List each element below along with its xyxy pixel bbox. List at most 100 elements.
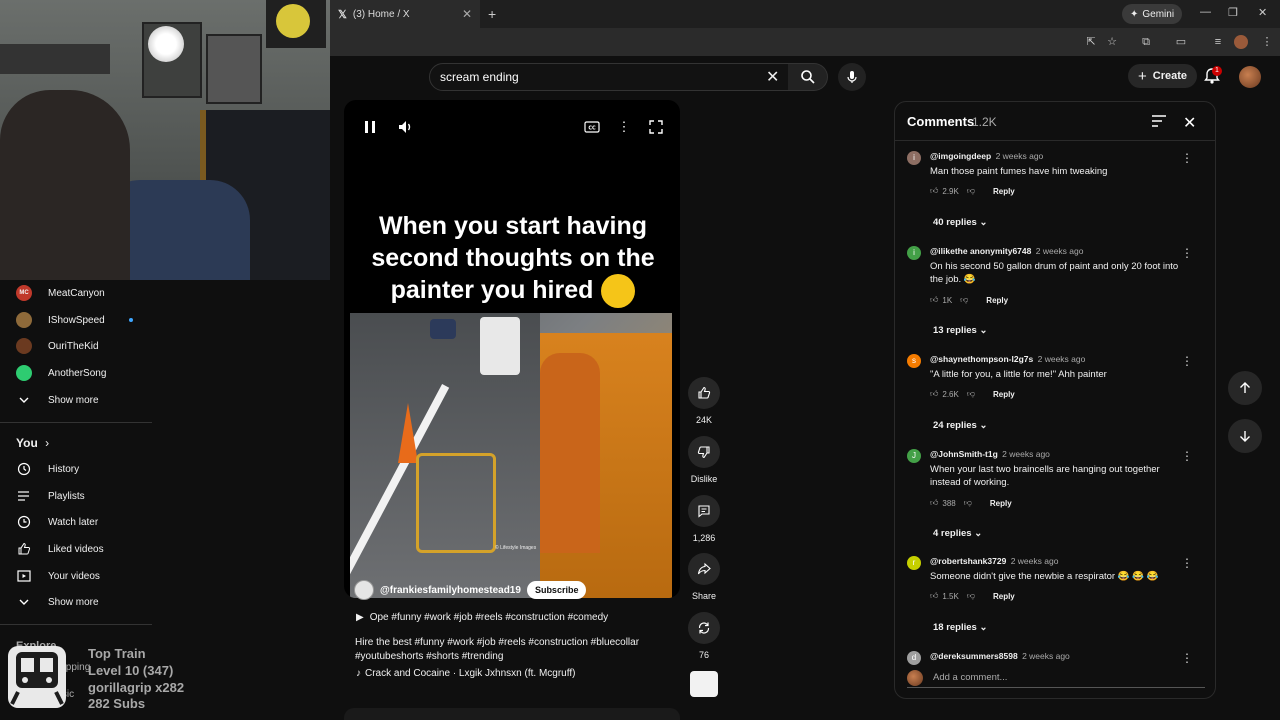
thumbs-up-icon[interactable]: 👍︎ [930,389,938,399]
channel-name[interactable]: @frankiesfamilyhomestead19 [380,585,521,596]
comment-more-icon[interactable]: ⋮ [1181,449,1193,463]
video-music[interactable]: ♪ Crack and Cocaine · Lxgik Jxhnsxn (ft. … [356,668,575,679]
video-title[interactable]: ▶ Ope #funny #work #job #reels #construct… [356,612,608,623]
browser-tab[interactable]: 𝕏 (3) Home / X ✕ [330,0,480,28]
comments-button[interactable]: 1,286 [688,495,720,543]
comment-avatar[interactable]: r [907,556,921,570]
sidebar-item-ishowspeed[interactable]: IShowSpeed [16,310,105,330]
clear-search-icon[interactable]: ✕ [766,67,779,87]
sidebar-show-more[interactable]: Show more [16,390,99,410]
comment-author[interactable]: @JohnSmith-t1g 2 weeks ago [930,449,1050,459]
comment-author[interactable]: @shaynethompson-l2g7s 2 weeks ago [930,354,1085,364]
reply-button[interactable]: Reply [993,187,1015,196]
comment-avatar[interactable]: J [907,449,921,463]
view-replies-button[interactable]: 13 replies ⌄ [933,325,987,336]
sidebar-item-liked-videos[interactable]: Liked videos [16,539,104,559]
reply-button[interactable]: Reply [990,499,1012,508]
dislike-button[interactable]: Dislike [688,436,720,484]
share-button-circle[interactable] [688,553,720,585]
captions-icon[interactable]: CC [583,118,601,136]
gemini-button[interactable]: ✦ Gemini [1122,4,1183,24]
sidebar-item-your-videos[interactable]: Your videos [16,566,100,586]
more-options-icon[interactable]: ⋮ [615,118,633,136]
thumbs-up-icon[interactable]: 👍︎ [930,295,938,305]
next-short-button[interactable] [1228,419,1262,453]
sidebar-item-ourithekid[interactable]: OuriTheKid [16,336,99,356]
side-panel-icon[interactable]: ▭ [1174,35,1188,49]
sidebar-item-playlists[interactable]: Playlists [16,486,85,506]
volume-icon[interactable] [397,118,415,136]
dislike-button-circle[interactable] [688,436,720,468]
address-bar[interactable] [330,31,1070,53]
comment-author[interactable]: @robertshank3729 2 weeks ago [930,556,1058,566]
comment-more-icon[interactable]: ⋮ [1181,354,1193,368]
comment-avatar[interactable]: s [907,354,921,368]
subscribe-button[interactable]: Subscribe [526,581,587,599]
sidebar-you-header[interactable]: You › [16,436,49,450]
view-replies-button[interactable]: 40 replies ⌄ [933,217,987,228]
thumbs-down-icon[interactable]: 👎︎ [967,591,975,601]
thumbs-up-icon[interactable]: 👍︎ [930,186,938,196]
view-replies-button[interactable]: 24 replies ⌄ [933,420,987,431]
comment-more-icon[interactable]: ⋮ [1181,651,1193,665]
previous-short-button[interactable] [1228,371,1262,405]
comment-more-icon[interactable]: ⋮ [1181,151,1193,165]
voice-search-button[interactable] [838,63,866,91]
new-tab-button[interactable]: + [488,6,496,22]
browser-profile-avatar[interactable] [1234,35,1248,49]
minimize-button[interactable]: — [1200,6,1211,18]
user-avatar[interactable] [1239,66,1261,88]
reply-button[interactable]: Reply [993,390,1015,399]
thumbs-up-icon[interactable]: 👍︎ [930,591,938,601]
sidebar-item-history[interactable]: History [16,459,79,479]
thumbs-down-icon[interactable]: 👎︎ [964,498,972,508]
thumbs-down-icon[interactable]: 👎︎ [967,186,975,196]
bookmark-star-icon[interactable]: ☆ [1105,35,1119,49]
channel-avatar[interactable] [354,580,374,600]
fullscreen-icon[interactable] [647,118,665,136]
comment-more-icon[interactable]: ⋮ [1181,556,1193,570]
comment-avatar[interactable]: i [907,246,921,260]
sort-icon[interactable] [1151,114,1167,128]
comment-author[interactable]: @ilikethe anonymity6748 2 weeks ago [930,246,1083,256]
reply-button[interactable]: Reply [986,296,1008,305]
close-comments-icon[interactable]: ✕ [1183,113,1196,133]
reply-button[interactable]: Reply [993,592,1015,601]
thumbs-down-icon[interactable]: 👎︎ [960,295,968,305]
like-button-circle[interactable] [688,377,720,409]
thumbs-down-icon[interactable]: 👎︎ [967,389,975,399]
restore-button[interactable]: ❐ [1228,6,1238,19]
sidebar-show-more[interactable]: Show more [16,592,99,612]
browser-menu-icon[interactable]: ⋮ [1260,35,1274,49]
view-replies-button[interactable]: 4 replies ⌄ [933,528,982,539]
sidebar-item-watch-later[interactable]: Watch later [16,512,98,532]
share-button[interactable]: Share [688,553,720,601]
remix-button[interactable]: 76 [688,612,720,660]
comments-button-circle[interactable] [688,495,720,527]
thumbs-up-icon[interactable]: 👍︎ [930,498,938,508]
audio-source-thumbnail[interactable] [690,671,718,697]
sidebar-item-anothersong[interactable]: AnotherSong [16,363,106,383]
window-close-button[interactable]: ✕ [1258,6,1267,19]
extensions-icon[interactable]: ⧉ [1139,35,1153,49]
add-comment-input[interactable]: Add a comment... [933,672,1007,683]
create-button[interactable]: + Create [1128,64,1198,88]
search-button[interactable] [788,63,828,91]
comment-avatar[interactable]: i [907,151,921,165]
view-replies-button[interactable]: 18 replies ⌄ [933,622,987,633]
sidebar-item-meatcanyon[interactable]: MC MeatCanyon [16,283,105,303]
remix-button-circle[interactable] [688,612,720,644]
install-app-icon[interactable]: ⇱ [1084,35,1098,49]
comment-more-icon[interactable]: ⋮ [1181,246,1193,260]
search-input[interactable]: scream ending [429,63,789,91]
comment-avatar[interactable]: d [907,651,921,665]
tab-close-icon[interactable]: ✕ [462,7,472,21]
shorts-video-player[interactable]: CC ⋮ When you start having second though… [344,100,680,598]
like-button[interactable]: 24K [688,377,720,425]
comment-author[interactable]: @imgoingdeep 2 weeks ago [930,151,1043,161]
add-comment-row[interactable]: Add a comment... [907,668,1205,688]
next-short-preview[interactable] [344,708,680,720]
pause-icon[interactable] [361,118,379,136]
comment-author[interactable]: @dereksummers8598 2 weeks ago [930,651,1070,661]
reading-list-icon[interactable]: ≡ [1211,35,1225,49]
